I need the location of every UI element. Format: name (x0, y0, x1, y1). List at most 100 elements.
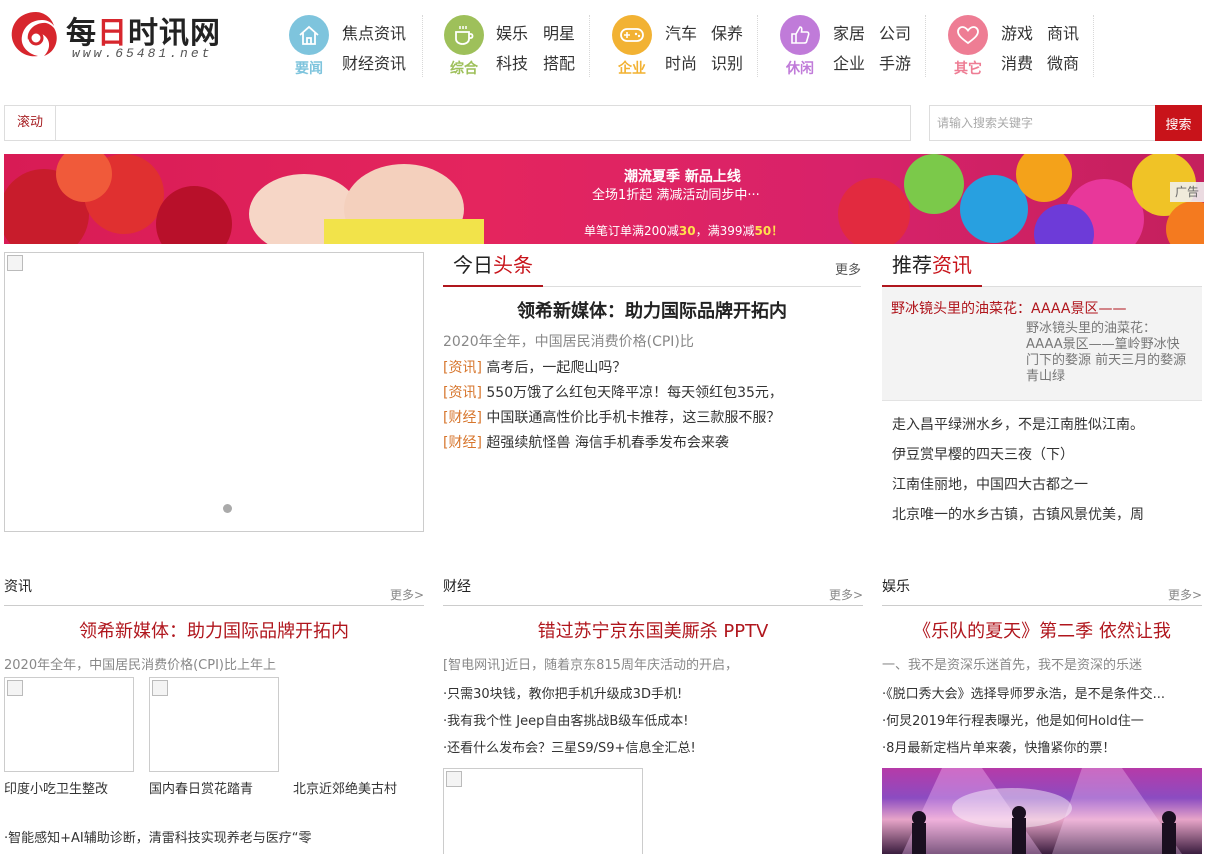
nav-category[interactable]: 要闻 (289, 58, 329, 78)
thumbnail-image[interactable] (4, 677, 134, 772)
broken-image-icon (7, 680, 23, 696)
nav-group-yaowen: 要闻 焦点资讯 财经资讯 (289, 15, 423, 77)
column-summary: [智电网讯]近日，随着京东815周年庆活动的开启， (443, 658, 738, 673)
column-headline[interactable]: 《乐队的夏天》第二季 依然让我 (882, 617, 1202, 643)
finance-column-header: 财经 更多> (443, 576, 863, 606)
ad-banner[interactable]: 潮流夏季 新品上线 全场1折起 满减活动同步中··· 单笔订单满200减30，满… (4, 154, 1204, 244)
nav-link[interactable]: 识别 (711, 50, 743, 74)
concert-photo[interactable] (882, 768, 1202, 854)
coffee-cup-icon[interactable] (444, 15, 484, 55)
list-item[interactable]: ·只需30块钱，教你把手机升级成3D手机! (443, 683, 682, 702)
column-summary: 一、我不是资深乐迷首先，我不是资深的乐迷 (882, 658, 1143, 673)
column-headline[interactable]: 错过苏宁京东国美厮杀 PPTV (443, 617, 863, 643)
ad-label: 广告 (1170, 182, 1204, 202)
nav-link[interactable]: 微商 (1047, 50, 1079, 74)
image-slider[interactable] (4, 252, 424, 532)
thumbs-up-icon[interactable] (780, 15, 820, 55)
nav-link[interactable]: 保养 (711, 20, 743, 44)
search-button[interactable]: 搜索 (1155, 105, 1202, 141)
nav-category[interactable]: 企业 (612, 58, 652, 78)
broken-image-icon (7, 255, 23, 271)
heart-icon[interactable] (948, 15, 988, 55)
ent-column-header: 娱乐 更多> (882, 576, 1202, 606)
nav-link[interactable]: 时尚 (665, 50, 697, 74)
nav-link[interactable]: 焦点资讯 (342, 20, 406, 44)
nav-link[interactable]: 汽车 (665, 20, 697, 44)
thumbnail-image[interactable] (149, 677, 279, 772)
more-link[interactable]: 更多> (390, 586, 424, 603)
logo-swirl-icon (11, 12, 57, 57)
nav-link[interactable]: 商讯 (1047, 20, 1079, 44)
list-item[interactable]: ·8月最新定档片单来袭，快撸紧你的票！ (882, 737, 1115, 756)
more-link[interactable]: 更多> (829, 586, 863, 603)
nav-link[interactable]: 财经资讯 (342, 50, 406, 74)
thumbnail-caption[interactable]: 北京近郊绝美古村 (293, 778, 397, 797)
nav-link[interactable]: 科技 (496, 50, 528, 74)
nav-category[interactable]: 综合 (444, 58, 484, 78)
column-title[interactable]: 财经 (443, 576, 471, 596)
list-item[interactable]: ·我有我个性 Jeep自由客挑战B级车低成本! (443, 710, 688, 729)
nav-link[interactable]: 消费 (1001, 50, 1033, 74)
list-item[interactable]: [资讯] 高考后，一起爬山吗？ (443, 357, 626, 377)
list-item[interactable]: 走入昌平绿洲水乡，不是江南胜似江南。 (892, 414, 1144, 434)
nav-group-qiye: 企业 汽车 保养 时尚 识别 (612, 15, 758, 77)
site-logo[interactable]: 每日时讯网 www.65481.net (6, 6, 226, 62)
nav-link[interactable]: 明星 (543, 20, 575, 44)
news-column-header: 资讯 更多> (4, 576, 424, 606)
banner-title: 潮流夏季 新品上线 (624, 169, 741, 185)
nav-category[interactable]: 休闲 (780, 58, 820, 78)
nav-link[interactable]: 企业 (833, 50, 865, 74)
nav-group-zonghe: 综合 娱乐 明星 科技 搭配 (444, 15, 590, 77)
broken-image-icon (152, 680, 168, 696)
nav-link[interactable]: 手游 (879, 50, 911, 74)
list-item[interactable]: [资讯] 550万饿了么红包天降平凉！每天领红包35元， (443, 382, 783, 402)
search-box: 搜索 (929, 105, 1202, 141)
thumbnail-caption[interactable]: 国内春日赏花踏青 (149, 778, 253, 797)
thumbnail-image[interactable] (443, 768, 643, 854)
header: 每日时讯网 www.65481.net 要闻 焦点资讯 财经资讯 综合 娱乐 明… (0, 0, 1214, 90)
nav-link[interactable]: 搭配 (543, 50, 575, 74)
recommend-featured[interactable]: 野冰镜头里的油菜花：AAAA景区—— 野冰镜头里的油菜花：AAAA景区——篁岭野… (882, 287, 1202, 401)
search-input[interactable] (929, 105, 1156, 141)
home-icon[interactable] (289, 15, 329, 55)
column-title[interactable]: 资讯 (4, 576, 32, 596)
nav-link[interactable]: 游戏 (1001, 20, 1033, 44)
column-headline[interactable]: 领希新媒体：助力国际品牌开拓内 (4, 617, 424, 643)
today-headline[interactable]: 领希新媒体：助力国际品牌开拓内 (443, 297, 861, 323)
section-title: 今日头条 (443, 251, 543, 287)
nav-group-xiuxian: 休闲 家居 公司 企业 手游 (780, 15, 926, 77)
gamepad-icon[interactable] (612, 15, 652, 55)
broken-image-icon (446, 771, 462, 787)
nav-link[interactable]: 家居 (833, 20, 865, 44)
featured-title[interactable]: 野冰镜头里的油菜花：AAAA景区—— (891, 298, 1126, 318)
list-item[interactable]: ·还看什么发布会？三星S9/S9+信息全汇总! (443, 737, 696, 756)
nav-group-qita: 其它 游戏 商讯 消费 微商 (948, 15, 1094, 77)
featured-description: 野冰镜头里的油菜花：AAAA景区——篁岭野冰快门下的婺源 前天三月的婺源青山绿 (1026, 321, 1187, 384)
nav-link[interactable]: 娱乐 (496, 20, 528, 44)
thumbnail-caption[interactable]: 印度小吃卫生整改 (4, 778, 108, 797)
column-summary: 2020年全年，中国居民消费价格(CPI)比上年上 (4, 658, 276, 673)
list-item[interactable]: ·《脱口秀大会》选择导师罗永浩，是不是条件交... (882, 683, 1165, 702)
more-link[interactable]: 更多 (835, 259, 861, 278)
list-item[interactable]: [财经] 中国联通高性价比手机卡推荐，这三款服不服？ (443, 407, 780, 427)
banner-promo: 单笔订单满200减30，满399减50！ (584, 224, 784, 238)
more-link[interactable]: 更多> (1168, 586, 1202, 603)
list-item[interactable]: 北京唯一的水乡古镇，古镇风景优美，周 (892, 504, 1144, 524)
recommend-section-header: 推荐资讯 (882, 251, 1202, 287)
today-summary: 2020年全年，中国居民消费价格(CPI)比 (443, 334, 694, 350)
nav-link[interactable]: 公司 (879, 20, 911, 44)
list-item[interactable]: ·何炅2019年行程表曝光，他是如何Hold住一 (882, 710, 1144, 729)
list-item[interactable]: 伊豆赏早樱的四天三夜（下） (892, 444, 1074, 464)
list-item[interactable]: [财经] 超强续航怪兽 海信手机春季发布会来袭 (443, 432, 729, 452)
today-section-header: 今日头条 更多 (443, 251, 861, 287)
slider-dot[interactable] (223, 504, 232, 513)
banner-subtitle: 全场1折起 满减活动同步中··· (592, 188, 760, 203)
section-title: 推荐资讯 (882, 251, 982, 287)
scrolling-news-ticker[interactable]: 滚动 (4, 105, 911, 141)
list-item[interactable]: ·智能感知+AI辅助诊断，清雷科技实现养老与医疗“零 (4, 827, 312, 846)
ticker-label: 滚动 (5, 106, 56, 140)
logo-url: www.65481.net (72, 46, 213, 61)
list-item[interactable]: 江南佳丽地，中国四大古都之一 (892, 474, 1088, 494)
nav-category[interactable]: 其它 (948, 58, 988, 78)
column-title[interactable]: 娱乐 (882, 576, 910, 596)
